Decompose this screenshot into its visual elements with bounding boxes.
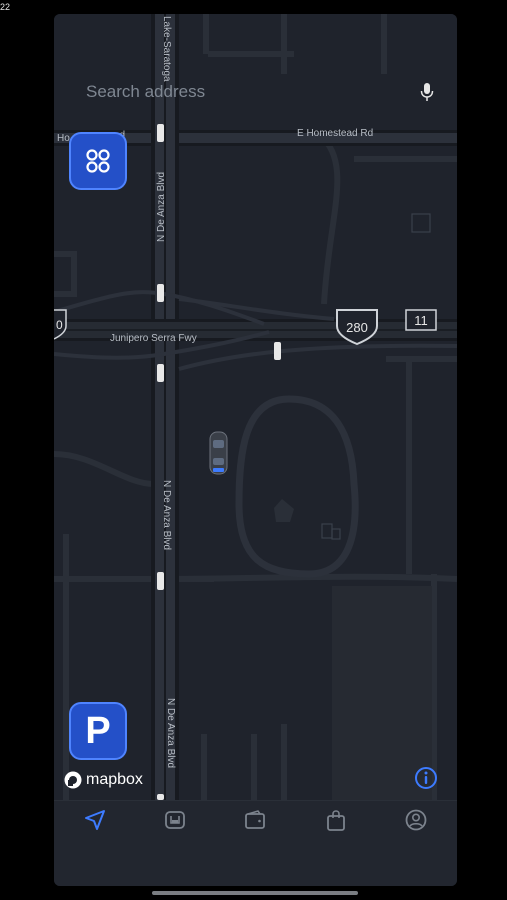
vehicle-marker[interactable] xyxy=(209,431,228,475)
wallet-icon xyxy=(245,810,265,829)
mapbox-text: mapbox xyxy=(86,771,143,788)
search-bar[interactable]: Search address xyxy=(68,76,438,108)
home-indicator[interactable] xyxy=(152,891,358,895)
bottom-tab-bar xyxy=(54,800,457,886)
street-label-homestead: E Homestead Rd xyxy=(297,128,373,139)
shopping-bag-icon xyxy=(327,810,345,831)
parking-label: P xyxy=(85,709,111,752)
navigation-arrow-icon xyxy=(85,810,105,830)
top-street-label: Lake-Saratoga xyxy=(161,16,172,82)
mic-icon[interactable] xyxy=(416,79,438,105)
route-11-shield: 11 xyxy=(405,309,437,331)
tab-profile[interactable] xyxy=(403,807,429,833)
tab-shop[interactable] xyxy=(323,807,349,833)
profile-icon xyxy=(405,809,427,831)
shield-left-text: 0 xyxy=(56,318,63,332)
tab-wallet[interactable] xyxy=(242,807,268,833)
apps-grid-button[interactable] xyxy=(69,132,127,190)
freeway-label: Junipero Serra Fwy xyxy=(110,333,197,344)
blvd-label-1: N De Anza Blvd xyxy=(156,172,167,242)
shield-280-text: 280 xyxy=(346,320,368,335)
shield-11-text: 11 xyxy=(414,313,428,328)
tab-vehicle[interactable] xyxy=(162,807,188,833)
tab-navigate[interactable] xyxy=(82,807,108,833)
grid-icon xyxy=(86,149,110,173)
info-icon[interactable] xyxy=(414,766,438,790)
blvd-label-3: N De Anza Blvd xyxy=(165,698,176,768)
status-time: 22 xyxy=(0,2,11,12)
vehicle-icon xyxy=(165,811,185,829)
parking-button[interactable]: P xyxy=(69,702,127,760)
blvd-label-2: N De Anza Blvd xyxy=(161,480,172,550)
search-input[interactable]: Search address xyxy=(68,82,416,102)
app-screen: 280 11 0 E Homestead Rd Ho ad Junipero S… xyxy=(54,14,457,886)
mapbox-attribution[interactable]: mapbox xyxy=(64,771,143,789)
mapbox-logo-icon xyxy=(64,771,82,789)
